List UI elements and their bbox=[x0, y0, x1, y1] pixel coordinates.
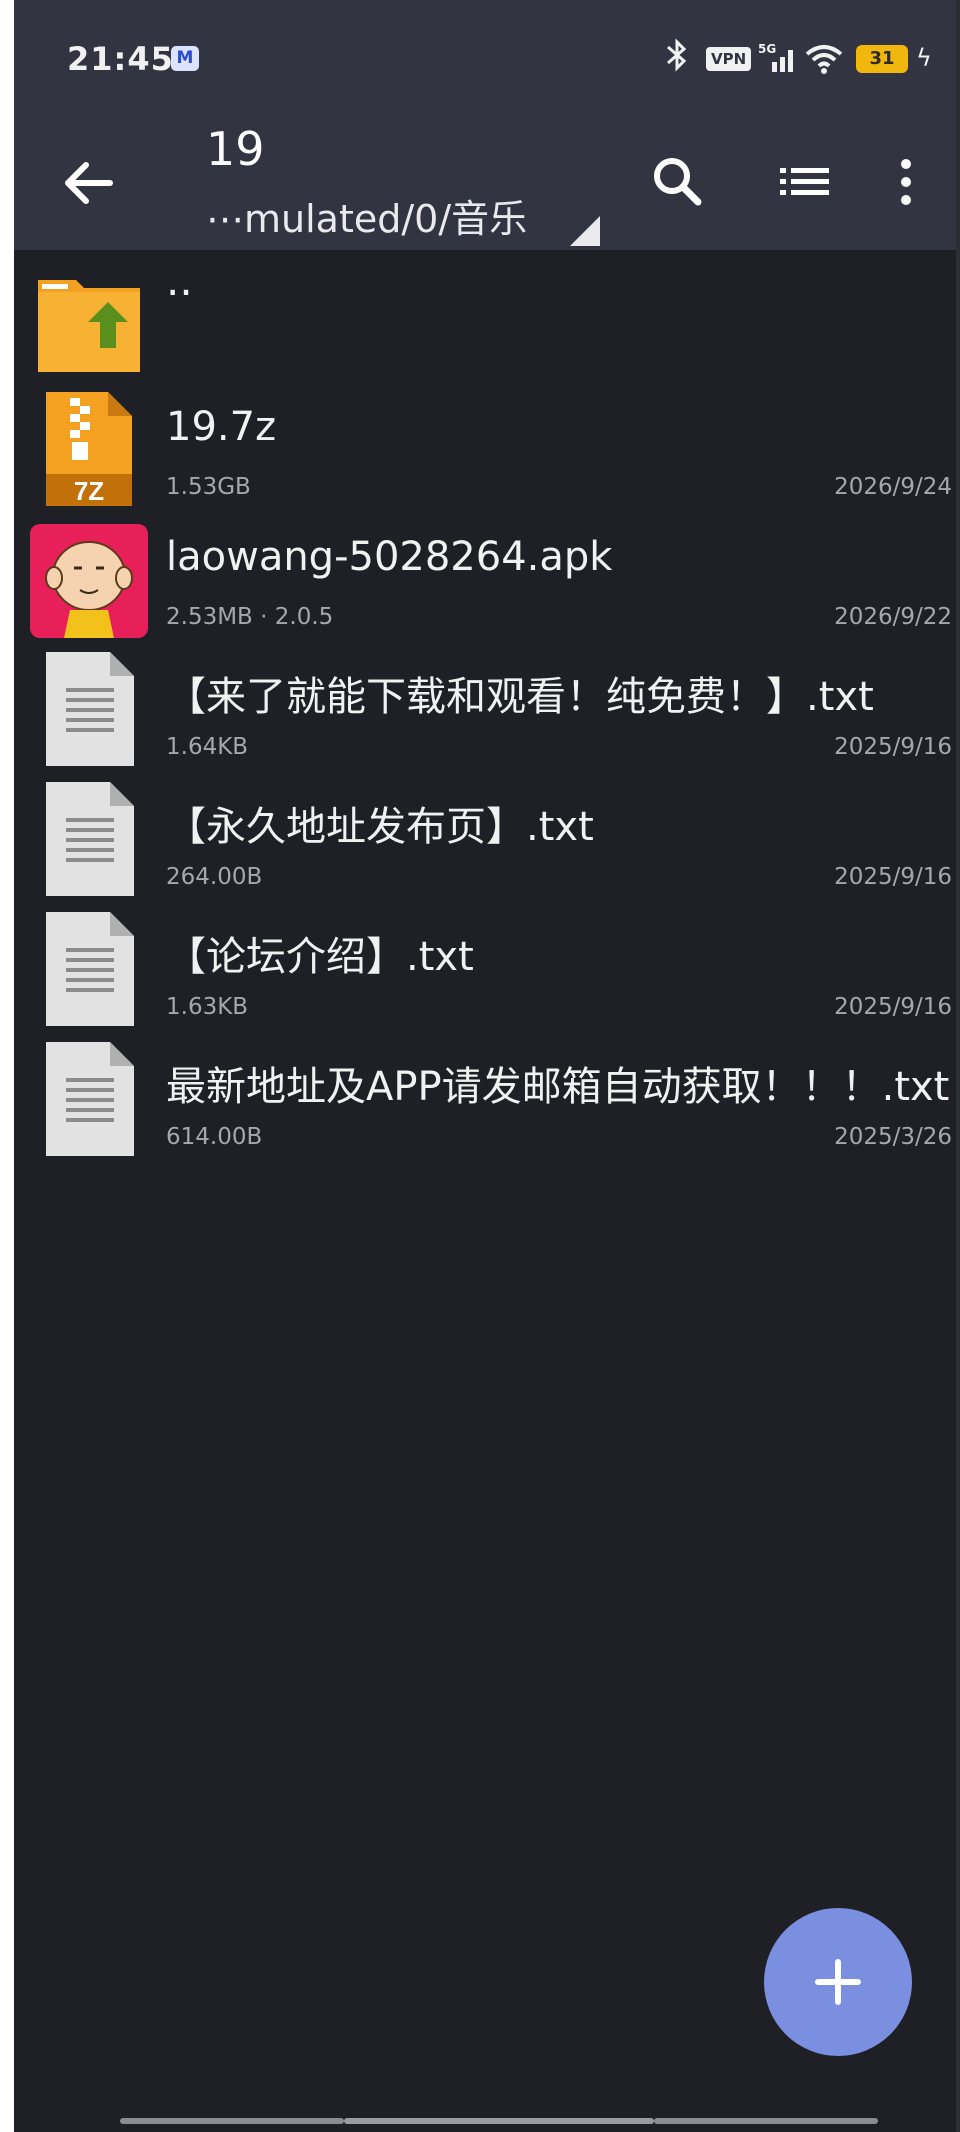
nav-bar-segment bbox=[120, 2118, 344, 2124]
apk-app-icon bbox=[30, 520, 148, 638]
file-date: 2025/9/16 bbox=[834, 734, 952, 760]
file-size: 2.53MB · 2.0.5 bbox=[166, 604, 334, 630]
phone-screen: 21:45 M VPN 5G 31 ϟ 19 ⋯mulated/0/音乐 .. … bbox=[14, 0, 960, 2132]
file-name: 【永久地址发布页】.txt bbox=[166, 804, 594, 850]
list-item-file[interactable]: 【来了就能下载和观看！纯免费！】.txt 1.64KB 2025/9/16 bbox=[14, 640, 960, 770]
folder-up-icon bbox=[30, 260, 148, 378]
file-name: .. bbox=[166, 256, 193, 305]
vpn-badge: VPN bbox=[706, 47, 752, 71]
text-file-icon bbox=[30, 910, 148, 1028]
more-vert-icon[interactable] bbox=[886, 146, 926, 218]
file-name: 最新地址及APP请发邮箱自动获取！！！.txt bbox=[166, 1064, 950, 1110]
file-date: 2026/9/22 bbox=[834, 604, 952, 630]
status-time: 21:45 bbox=[67, 40, 174, 78]
file-name: 【来了就能下载和观看！纯免费！】.txt bbox=[166, 674, 874, 720]
folder-title: 19 bbox=[206, 122, 265, 176]
list-item-file[interactable]: 最新地址及APP请发邮箱自动获取！！！.txt 614.00B 2025/3/2… bbox=[14, 1030, 960, 1160]
status-bar: 21:45 M VPN 5G 31 ϟ bbox=[14, 0, 960, 118]
text-file-icon bbox=[30, 650, 148, 768]
file-size: 1.63KB bbox=[166, 994, 249, 1020]
list-item-file[interactable]: 【论坛介绍】.txt 1.63KB 2025/9/16 bbox=[14, 900, 960, 1030]
file-date: 2025/3/26 bbox=[834, 1124, 952, 1150]
add-fab-button[interactable] bbox=[764, 1908, 912, 2056]
battery-level: 31 bbox=[869, 48, 895, 69]
nav-bar-segment bbox=[654, 2118, 878, 2124]
wifi-icon bbox=[804, 42, 844, 80]
file-size: 1.64KB bbox=[166, 734, 249, 760]
text-file-icon bbox=[30, 1040, 148, 1158]
screen-edge bbox=[956, 0, 960, 2132]
file-name: 19.7z bbox=[166, 404, 277, 450]
file-date: 2025/9/16 bbox=[834, 864, 952, 890]
nav-bar-handle[interactable] bbox=[344, 2118, 654, 2124]
search-icon[interactable] bbox=[642, 146, 714, 218]
path-breadcrumb[interactable]: ⋯mulated/0/音乐 bbox=[206, 188, 527, 243]
list-item-parent[interactable]: .. bbox=[14, 250, 960, 380]
file-date: 2025/9/16 bbox=[834, 994, 952, 1020]
file-size: 614.00B bbox=[166, 1124, 263, 1150]
list-item-file[interactable]: laowang-5028264.apk 2.53MB · 2.0.5 2026/… bbox=[14, 510, 960, 640]
list-item-file[interactable]: 【永久地址发布页】.txt 264.00B 2025/9/16 bbox=[14, 770, 960, 900]
list-view-icon[interactable] bbox=[768, 146, 840, 218]
path-dropdown-icon[interactable] bbox=[570, 216, 600, 246]
file-name: 【论坛介绍】.txt bbox=[166, 934, 474, 980]
charging-icon: ϟ bbox=[916, 44, 932, 72]
file-date: 2026/9/24 bbox=[834, 474, 952, 500]
mail-icon-letter: M bbox=[176, 48, 194, 68]
7z-archive-icon: 7Z bbox=[30, 390, 148, 508]
bluetooth-icon bbox=[664, 38, 690, 80]
battery-icon: 31 bbox=[856, 45, 908, 73]
cell-signal-icon bbox=[762, 46, 798, 78]
app-toolbar: 19 ⋯mulated/0/音乐 bbox=[14, 118, 960, 250]
file-name: laowang-5028264.apk bbox=[166, 534, 613, 580]
back-arrow-icon[interactable] bbox=[54, 148, 124, 218]
list-item-file[interactable]: 7Z 19.7z 1.53GB 2026/9/24 bbox=[14, 380, 960, 510]
file-size: 1.53GB bbox=[166, 474, 251, 500]
text-file-icon bbox=[30, 780, 148, 898]
mail-notification-icon: M bbox=[171, 46, 199, 71]
svg-text:7Z: 7Z bbox=[74, 476, 104, 506]
plus-icon bbox=[815, 1959, 861, 2005]
file-size: 264.00B bbox=[166, 864, 263, 890]
